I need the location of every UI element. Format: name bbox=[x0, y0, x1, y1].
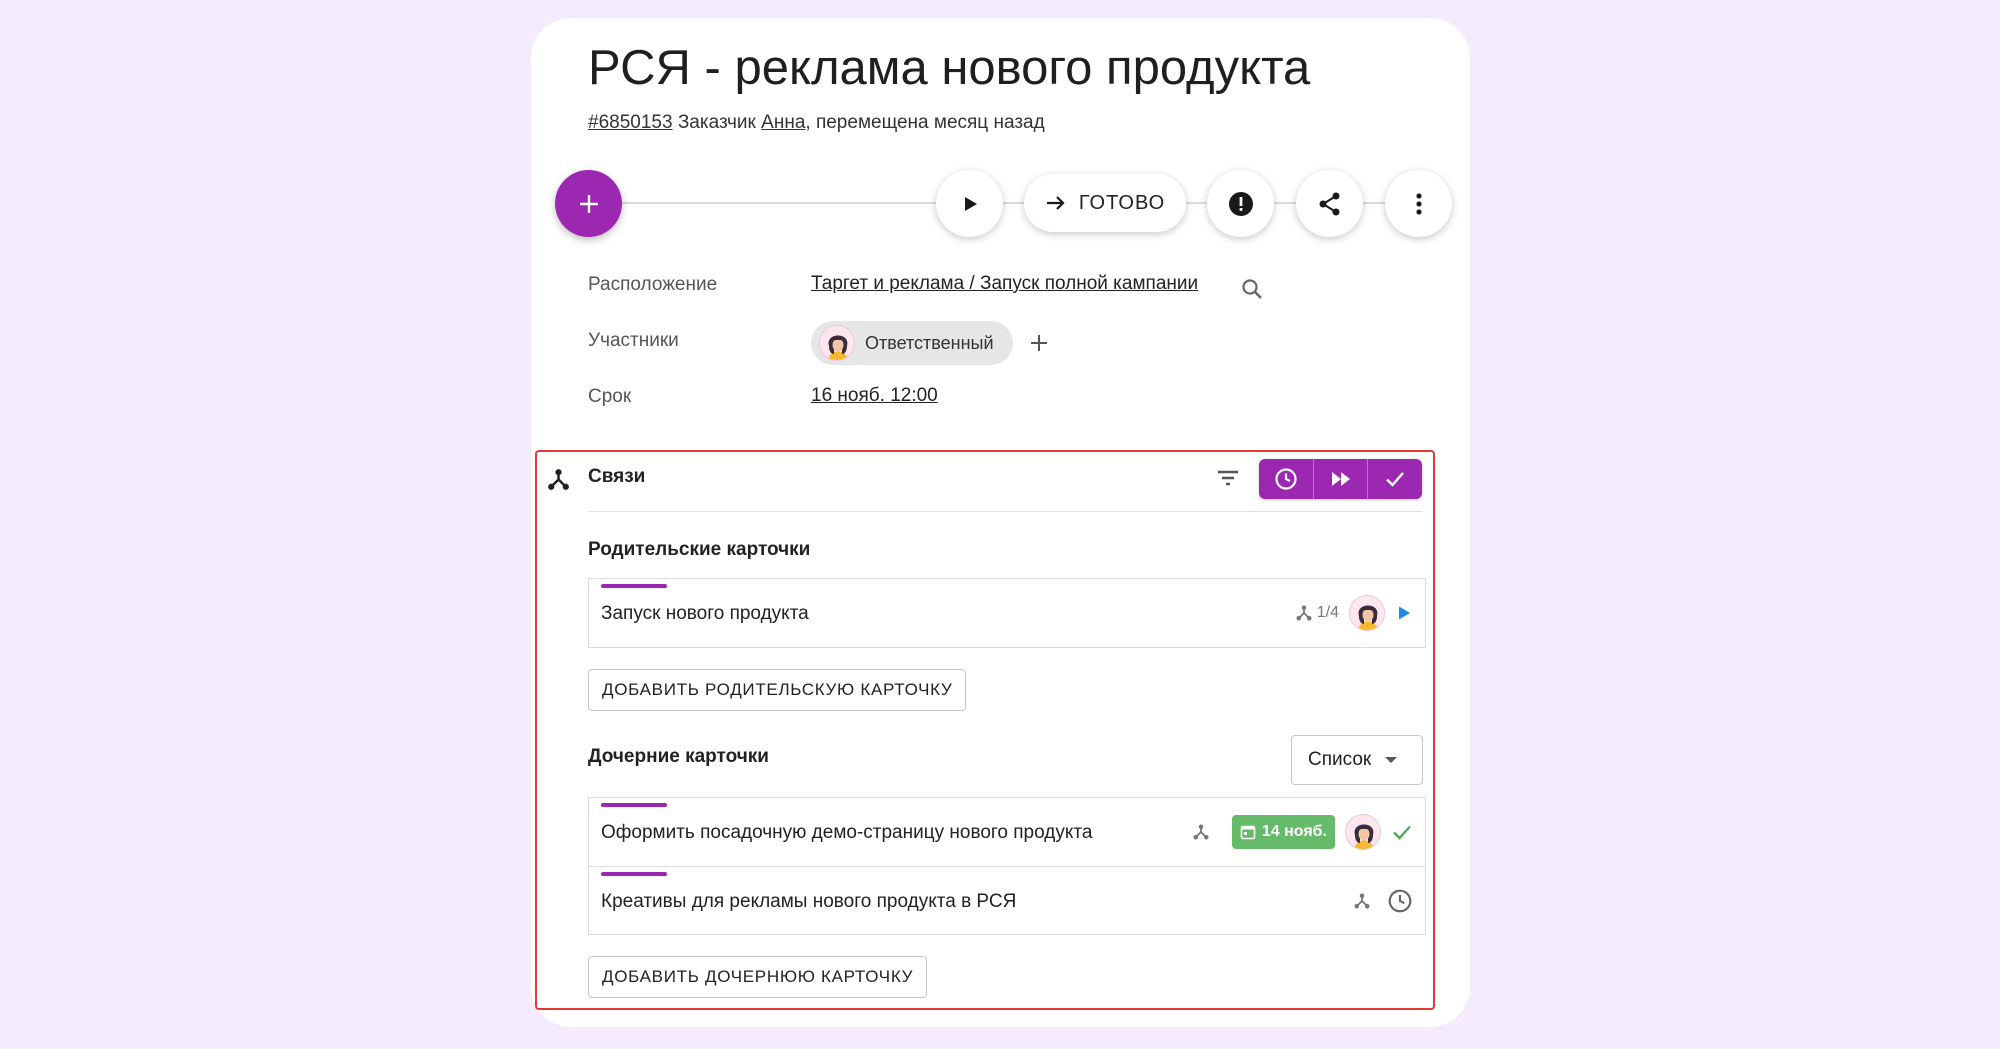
view-select[interactable]: Список bbox=[1291, 735, 1423, 785]
deadline-label: Срок bbox=[588, 386, 632, 407]
customer-prefix: Заказчик bbox=[677, 112, 756, 133]
item-title: Креативы для рекламы нового продукта в Р… bbox=[601, 891, 1017, 912]
fast-forward-icon bbox=[1329, 467, 1353, 491]
calendar-icon bbox=[1240, 824, 1256, 840]
task-subtitle: #6850153 Заказчик Анна, перемещена месяц… bbox=[588, 112, 1045, 134]
add-child-button[interactable]: ДОБАВИТЬ ДОЧЕРНЮЮ КАРТОЧКУ bbox=[588, 956, 928, 998]
check-icon bbox=[1383, 467, 1407, 491]
due-date: 14 нояб. bbox=[1261, 823, 1327, 840]
more-button[interactable] bbox=[1385, 170, 1452, 237]
links-divider bbox=[588, 511, 1422, 512]
share-button[interactable] bbox=[1296, 170, 1363, 237]
add-participant-icon[interactable] bbox=[1028, 332, 1050, 354]
avatar bbox=[1349, 595, 1385, 631]
children-list: Оформить посадочную демо-страницу нового… bbox=[588, 797, 1426, 935]
moved-text: , перемещена месяц назад bbox=[805, 112, 1045, 133]
filter-icon[interactable] bbox=[1216, 466, 1240, 490]
item-title: Оформить посадочную демо-страницу нового… bbox=[601, 822, 1093, 843]
play-icon bbox=[1395, 604, 1413, 622]
filter-pending-button[interactable] bbox=[1259, 459, 1314, 499]
customer-link[interactable]: Анна bbox=[761, 112, 805, 133]
avatar bbox=[1345, 814, 1381, 850]
link-icon bbox=[1295, 604, 1313, 622]
check-icon bbox=[1391, 821, 1413, 843]
color-bar bbox=[601, 584, 667, 588]
list-item[interactable]: Запуск нового продукта 1/4 bbox=[589, 579, 1425, 647]
view-select-value: Список bbox=[1308, 749, 1372, 770]
add-parent-button[interactable]: ДОБАВИТЬ РОДИТЕЛЬСКУЮ КАРТОЧКУ bbox=[588, 669, 967, 711]
arrow-right-icon bbox=[1045, 192, 1067, 214]
link-icon bbox=[1353, 892, 1371, 910]
link-icon bbox=[546, 467, 571, 492]
deadline-link[interactable]: 16 нояб. 12:00 bbox=[811, 385, 938, 407]
participant-role: Ответственный bbox=[865, 332, 994, 353]
parents-list: Запуск нового продукта 1/4 bbox=[588, 578, 1426, 648]
participants-label: Участники bbox=[588, 330, 679, 351]
clock-icon bbox=[1274, 467, 1298, 491]
due-date-badge: 14 нояб. bbox=[1231, 815, 1335, 849]
list-item[interactable]: Креативы для рекламы нового продукта в Р… bbox=[589, 866, 1425, 934]
filter-done-button[interactable] bbox=[1368, 459, 1422, 499]
location-label: Расположение bbox=[588, 274, 718, 295]
children-title: Дочерние карточки bbox=[588, 746, 769, 767]
search-icon[interactable] bbox=[1240, 277, 1264, 301]
links-count-value: 1/4 bbox=[1316, 604, 1339, 621]
dropdown-arrow-icon bbox=[1383, 755, 1399, 765]
share-icon bbox=[1317, 191, 1343, 217]
plus-icon bbox=[578, 193, 600, 215]
avatar bbox=[819, 325, 855, 361]
parents-title: Родительские карточки bbox=[588, 539, 811, 560]
done-label: ГОТОВО bbox=[1078, 191, 1166, 214]
filter-in-progress-button[interactable] bbox=[1314, 459, 1369, 499]
color-bar bbox=[601, 872, 667, 876]
clock-icon bbox=[1387, 888, 1413, 914]
add-button[interactable] bbox=[555, 170, 622, 237]
done-button[interactable]: ГОТОВО bbox=[1024, 174, 1186, 232]
alert-button[interactable] bbox=[1207, 170, 1274, 237]
list-item[interactable]: Оформить посадочную демо-страницу нового… bbox=[589, 798, 1425, 866]
more-vertical-icon bbox=[1415, 192, 1423, 216]
color-bar bbox=[601, 803, 667, 807]
item-title: Запуск нового продукта bbox=[601, 603, 809, 624]
location-link[interactable]: Таргет и реклама / Запуск полной кампани… bbox=[811, 273, 1198, 295]
play-icon bbox=[960, 194, 980, 214]
task-title: РСЯ - реклама нового продукта bbox=[588, 41, 1311, 95]
participant-chip[interactable]: Ответственный bbox=[811, 321, 1013, 365]
start-button[interactable] bbox=[936, 170, 1003, 237]
links-count: 1/4 bbox=[1295, 604, 1339, 622]
links-title: Связи bbox=[588, 466, 646, 487]
link-icon bbox=[1192, 823, 1210, 841]
task-id-link[interactable]: #6850153 bbox=[588, 112, 673, 133]
alert-icon bbox=[1228, 191, 1254, 217]
status-filter-group bbox=[1259, 459, 1422, 499]
